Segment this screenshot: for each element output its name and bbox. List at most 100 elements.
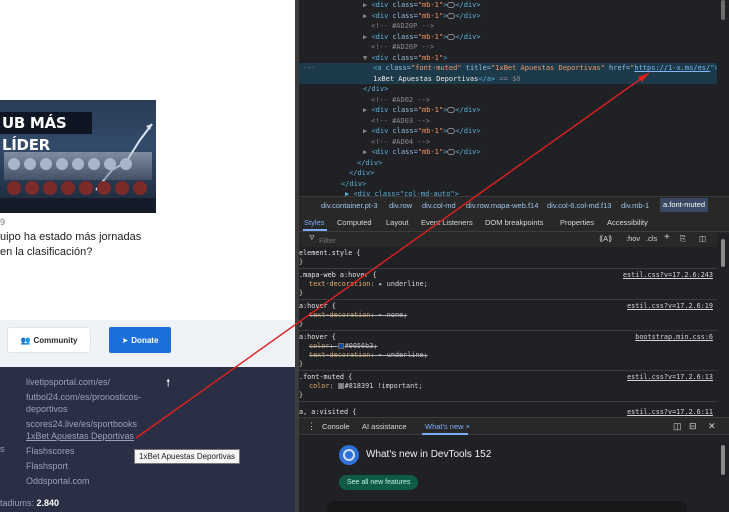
breadcrumb-item[interactable]: div.col-6.col-md.f13 — [547, 201, 611, 210]
dom-closing-tag[interactable]: </div> — [299, 84, 717, 95]
cls-button[interactable]: .cls — [646, 234, 657, 243]
expand-triangle-icon[interactable]: ▸ — [379, 280, 387, 288]
rule-selector[interactable]: a, a:visited { — [299, 408, 356, 416]
footer-link-1xbet[interactable]: 1xBet Apuestas Deportivas — [26, 430, 166, 442]
color-swatch[interactable] — [337, 383, 344, 389]
dom-comment[interactable]: <!-- #AD02 --> — [299, 95, 717, 106]
rule-selector[interactable]: .font-muted { — [299, 373, 352, 381]
footer-link[interactable]: livetipsportal.com/es/ — [26, 376, 166, 388]
computed-styles-icon[interactable]: ⎘ — [680, 234, 686, 244]
drawer-tab-whats-new[interactable]: What's new × — [425, 422, 470, 431]
feature-card[interactable] — [327, 501, 687, 512]
dom-closing-tag[interactable]: </div> — [299, 168, 717, 179]
css-property[interactable]: text-decoration — [309, 351, 370, 359]
styles-scrollbar[interactable] — [717, 233, 729, 417]
dom-node[interactable]: ▶ <div class="mb-1"> </div> — [299, 0, 717, 11]
rule-selector[interactable]: .mapa-web a:hover { — [299, 271, 377, 279]
rule-source-link[interactable]: bootstrap.min.css:6 — [635, 333, 713, 342]
article-title[interactable]: uipo ha estado más jornadas en la clasif… — [0, 230, 190, 260]
tab-computed[interactable]: Computed — [337, 218, 372, 227]
footer-link[interactable]: deportivos — [26, 403, 166, 415]
rule-source-link[interactable]: estil.css?v=17.2.6:19 — [627, 302, 713, 311]
breadcrumb-item[interactable]: div.mb-1 — [621, 201, 649, 210]
tag-close: "> — [710, 64, 717, 72]
dom-comment[interactable]: <!-- #AD26P --> — [299, 42, 717, 53]
rule-selector[interactable]: a:hover { — [299, 333, 336, 341]
expand-triangle-icon[interactable]: ▸ — [379, 351, 387, 359]
rule-source-link[interactable]: estil.css?v=17.2.6:11 — [627, 408, 713, 417]
css-value[interactable]: #818391 !important; — [345, 382, 423, 390]
css-property[interactable]: color — [309, 342, 329, 350]
breadcrumb-item[interactable]: div.row.mapa-web.f14 — [466, 201, 538, 210]
tab-layout[interactable]: Layout — [386, 218, 409, 227]
breadcrumb-item[interactable]: a.font-muted — [660, 198, 709, 212]
rule-source-link[interactable]: estil.css?v=17.2.6:243 — [623, 271, 713, 280]
toggle-element-state-icon[interactable]: ⟪A⟫ — [599, 234, 612, 243]
footer-link[interactable]: scores24.live/es/sportbooks — [26, 418, 166, 430]
css-value[interactable]: none; — [387, 311, 407, 319]
dom-node[interactable]: ▶ <div class="mb-1"> </div> — [299, 32, 717, 43]
drawer-layout-icon[interactable]: ⊟ — [689, 421, 697, 432]
rule-selector[interactable]: a:hover { — [299, 302, 336, 310]
drawer-tab-whats-new-label: What's new — [425, 422, 464, 431]
article-thumbnail[interactable]: UB MÁS LÍDER — [0, 100, 156, 213]
css-value[interactable]: #0056b3; — [345, 342, 378, 350]
drawer-menu-icon[interactable]: ⋮ — [307, 421, 316, 432]
closing-tag: </a> — [478, 74, 496, 83]
dom-node[interactable]: ▶ <div class="mb-1"> </div> — [299, 147, 717, 158]
drawer-tab-ai-assistance[interactable]: AI assistance — [362, 422, 407, 431]
elements-tree: ▶ <div class="mb-1"> </div> ▶ <div class="… — [299, 0, 717, 196]
dom-node[interactable]: ▶ <div class="mb-1"> </div> — [299, 126, 717, 137]
arrow-up-icon[interactable]: 🠕 — [166, 376, 170, 393]
dom-comment[interactable]: <!-- #AD20P --> — [299, 21, 717, 32]
see-all-features-button[interactable]: See all new features — [339, 475, 419, 490]
drawer-tab-console[interactable]: Console — [322, 422, 350, 431]
dom-node[interactable]: ▶ <div class="col-md-auto"> — [299, 189, 717, 196]
rule-brace: } — [299, 360, 304, 368]
breadcrumb-item[interactable]: div.container.pt-3 — [321, 201, 378, 210]
rule-selector[interactable]: element.style { — [299, 249, 360, 257]
close-drawer-icon[interactable]: ✕ — [708, 421, 716, 432]
tab-styles[interactable]: Styles — [304, 218, 324, 227]
css-value[interactable]: underline; — [387, 280, 428, 288]
new-rule-button[interactable]: + — [664, 232, 670, 243]
sidebar-toggle-icon[interactable]: ◫ — [699, 234, 706, 243]
css-property[interactable]: text-decoration — [309, 311, 370, 319]
css-property[interactable]: color — [309, 382, 329, 390]
community-button[interactable]: 👥 Community — [8, 328, 90, 352]
whats-new-scrollbar[interactable] — [717, 435, 729, 512]
elements-scrollbar[interactable] — [717, 0, 729, 196]
selected-anchor-node-text[interactable]: 1xBet Apuestas Deportivas</a> == $0 — [299, 73, 717, 84]
selected-anchor-node[interactable]: <a class="font-muted" title="1xBet Apues… — [299, 63, 717, 74]
tab-event-listeners[interactable]: Event Listeners — [421, 218, 473, 227]
dom-closing-tag[interactable]: </div> — [299, 179, 717, 190]
expand-triangle-icon[interactable]: ▸ — [379, 311, 387, 319]
donate-button[interactable]: ➤ Donate — [109, 327, 171, 353]
css-value[interactable]: underline; — [387, 351, 428, 359]
footer-link[interactable]: Oddsportal.com — [26, 475, 166, 487]
dom-node[interactable]: ▶ <div class="mb-1"> </div> — [299, 11, 717, 22]
dom-node[interactable]: ▼ <div class="mb-1"> — [299, 53, 717, 64]
dock-side-icon[interactable]: ◫ — [673, 421, 682, 432]
tab-properties[interactable]: Properties — [560, 218, 594, 227]
article-title-line[interactable]: en la clasificación? — [0, 245, 190, 260]
breadcrumb-item[interactable]: div.col-md — [422, 201, 456, 210]
rule-brace: } — [299, 320, 304, 328]
dom-closing-tag[interactable]: </div> — [299, 158, 717, 169]
css-property[interactable]: text-decoration — [309, 280, 370, 288]
hov-button[interactable]: :hov — [626, 234, 640, 243]
rule-source-link[interactable]: estil.css?v=17.2.6:13 — [627, 373, 713, 382]
tab-dom-breakpoints[interactable]: DOM breakpoints — [485, 218, 543, 227]
close-icon[interactable]: × — [466, 422, 470, 431]
article-title-line[interactable]: uipo ha estado más jornadas — [0, 230, 190, 245]
styles-tabbar: Styles Computed Layout Event Listeners DOM b… — [299, 214, 729, 232]
dom-comment[interactable]: <!-- #AD04 --> — [299, 137, 717, 148]
color-swatch[interactable] — [337, 343, 344, 349]
dom-comment[interactable]: <!-- #AD03 --> — [299, 116, 717, 127]
styles-filter-input[interactable] — [319, 234, 549, 246]
footer-link[interactable]: futbol24.com/es/pronosticos- — [26, 391, 166, 403]
node-menu-icon[interactable]: ··· — [303, 63, 316, 74]
breadcrumb-item[interactable]: div.row — [389, 201, 412, 210]
tab-accessibility[interactable]: Accessibility — [607, 218, 648, 227]
dom-node[interactable]: ▶ <div class="mb-1"> </div> — [299, 105, 717, 116]
